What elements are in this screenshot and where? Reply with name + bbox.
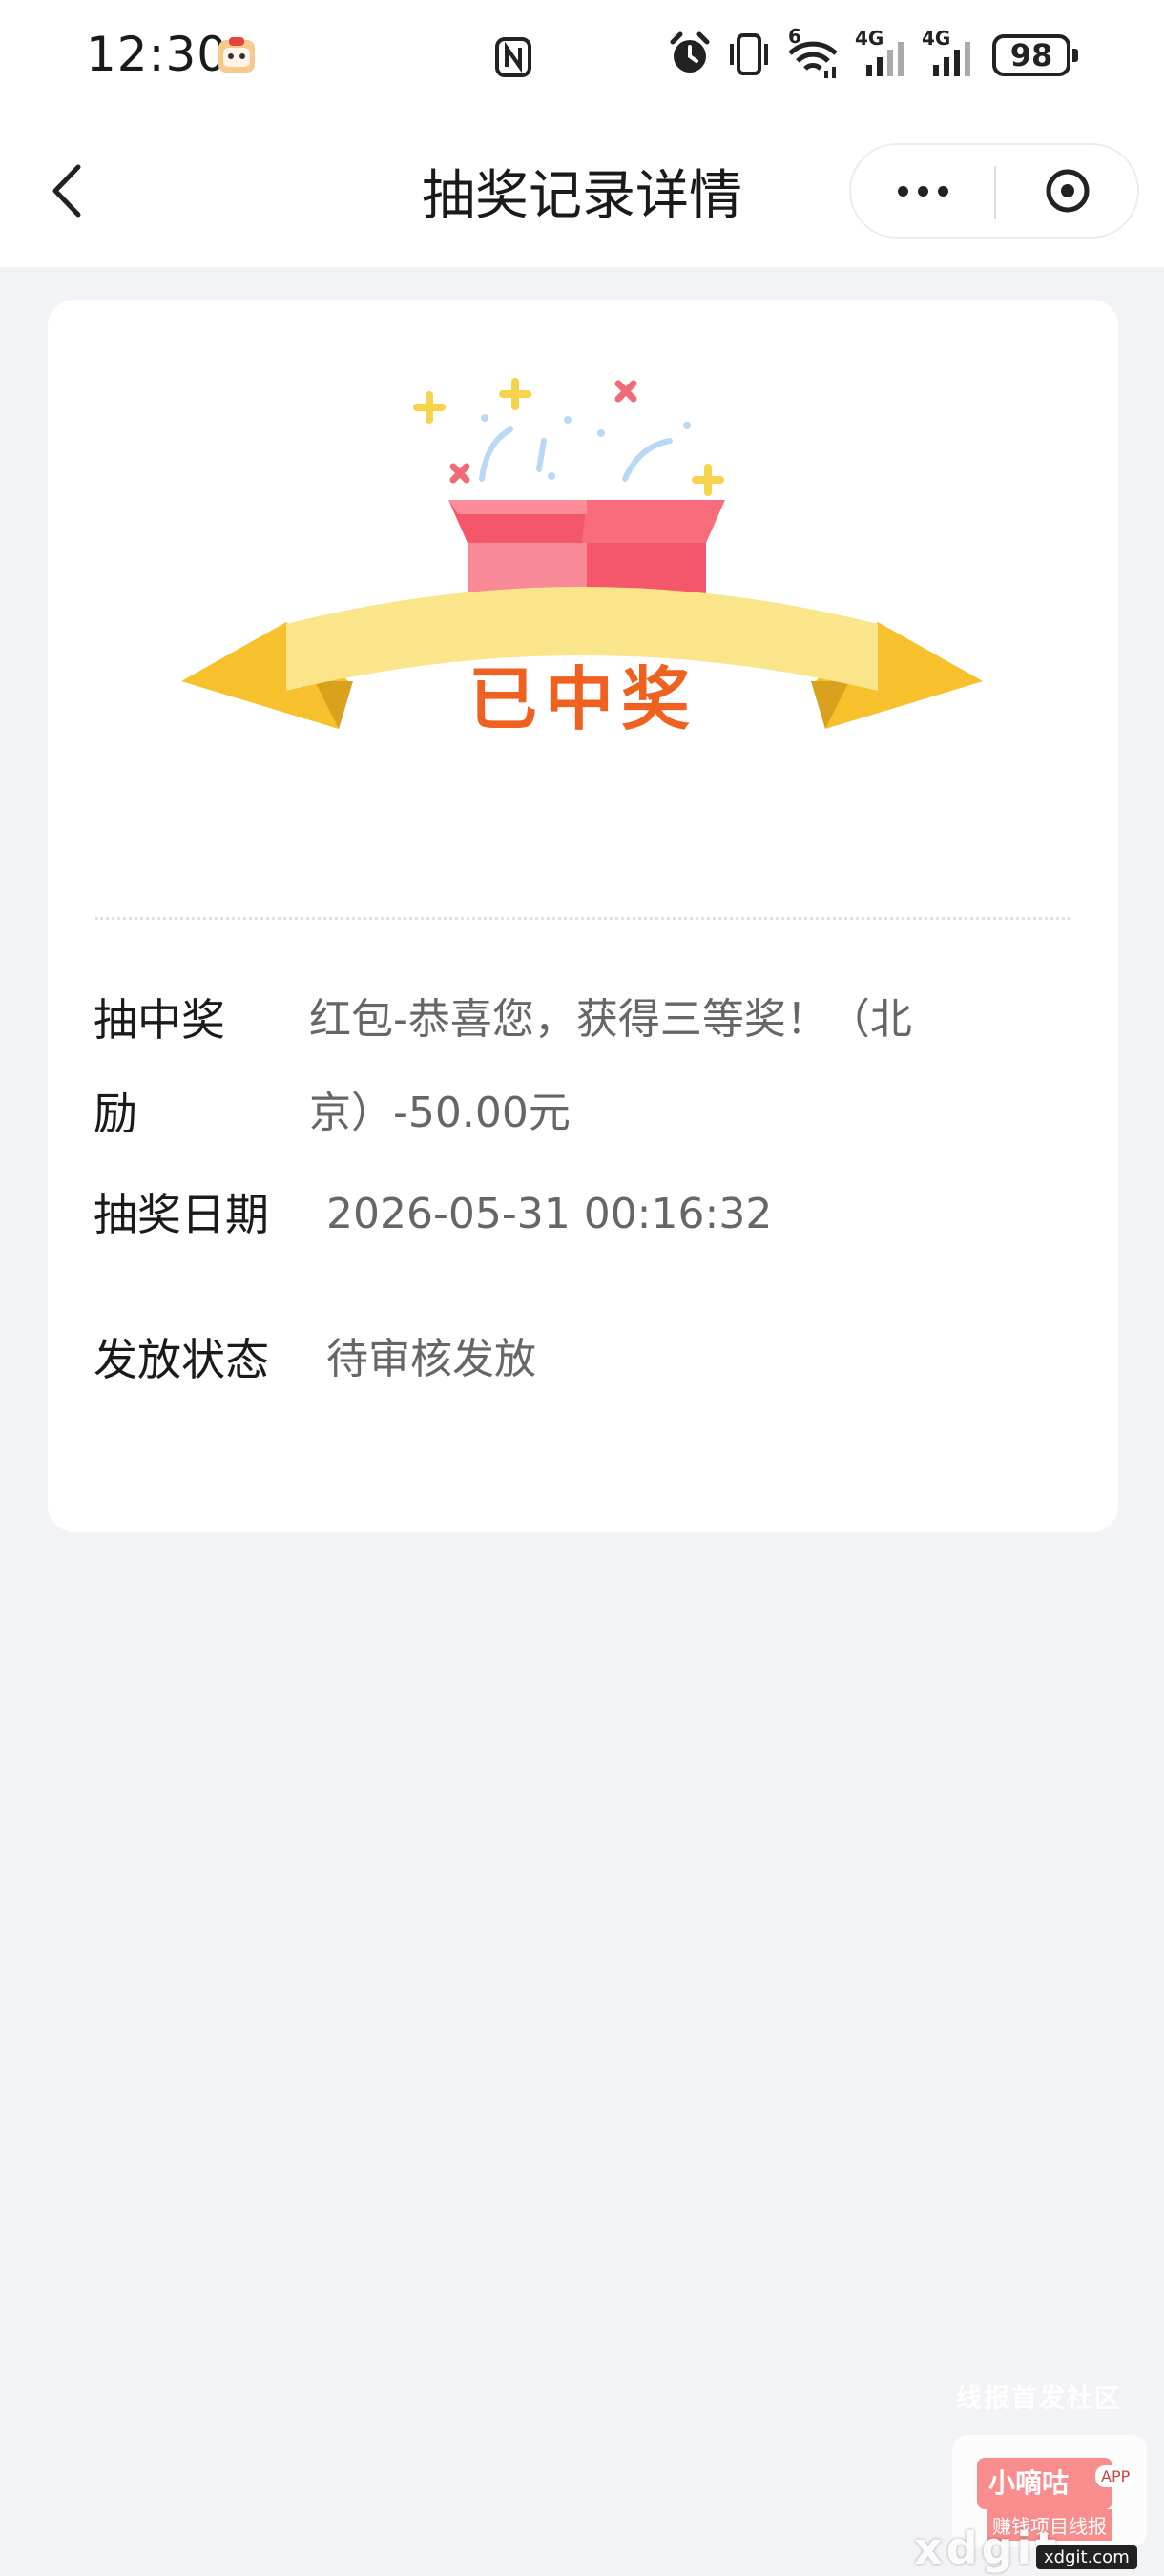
more-dot-icon (937, 185, 948, 197)
signal-bars-icon (866, 42, 904, 76)
prize-value: 红包-恭喜您，获得三等奖！（北京）-50.00元 (309, 995, 912, 1137)
date-label: 抽奖日期 (94, 1189, 269, 1240)
vibrate-icon (730, 33, 768, 75)
wifi-icon (788, 41, 838, 78)
confetti-decoration (413, 378, 724, 496)
divider (95, 917, 1070, 920)
more-button[interactable] (851, 145, 994, 237)
alarm-icon (670, 31, 710, 73)
prize-status-banner-text: 已中奖 (468, 659, 697, 739)
status-label: 发放状态 (94, 1334, 269, 1385)
status-time: 12:30 (86, 27, 229, 82)
status-row: 发放状态 待审核发放 (94, 1313, 536, 1406)
wifi-signal: 6 (784, 25, 842, 78)
more-dot-icon (897, 185, 908, 197)
date-row: 抽奖日期 2026-05-31 00:16:32 (94, 1168, 772, 1261)
app-notification-icon (218, 37, 255, 73)
mini-program-capsule (849, 143, 1139, 239)
more-dot-icon (917, 185, 928, 197)
nav-bar: 抽奖记录详情 (0, 114, 1164, 267)
prize-label: 抽中奖励 (94, 994, 225, 1139)
status-value: 待审核发放 (326, 1335, 536, 1383)
status-bar: 12:30 6 4G 4G 98 (0, 0, 1164, 114)
record-card: 已中奖 抽中奖励 红包-恭喜您，获得三等奖！（北京）-50.00元 抽奖日期 2… (48, 300, 1118, 1532)
watermark-app-badge: APP (1095, 2465, 1136, 2487)
cellular-signal-2: 4G (922, 27, 975, 78)
watermark: 线报首发社区 小嘀咕 APP 赚钱项目线报 xdgit xdgit.com (914, 2378, 1147, 2574)
watermark-brand: 小嘀咕 (977, 2458, 1112, 2509)
watermark-domain-small: xdgit.com (1036, 2545, 1137, 2569)
watermark-top-text: 线报首发社区 (956, 2384, 1122, 2414)
date-value: 2026-05-31 00:16:32 (326, 1190, 773, 1238)
close-circle-icon (1046, 169, 1090, 213)
nfc-icon (495, 37, 531, 77)
cellular-signal-1: 4G (855, 27, 908, 78)
signal-bars-icon (933, 42, 970, 76)
close-button[interactable] (996, 145, 1139, 237)
battery-indicator: 98 (992, 34, 1078, 76)
